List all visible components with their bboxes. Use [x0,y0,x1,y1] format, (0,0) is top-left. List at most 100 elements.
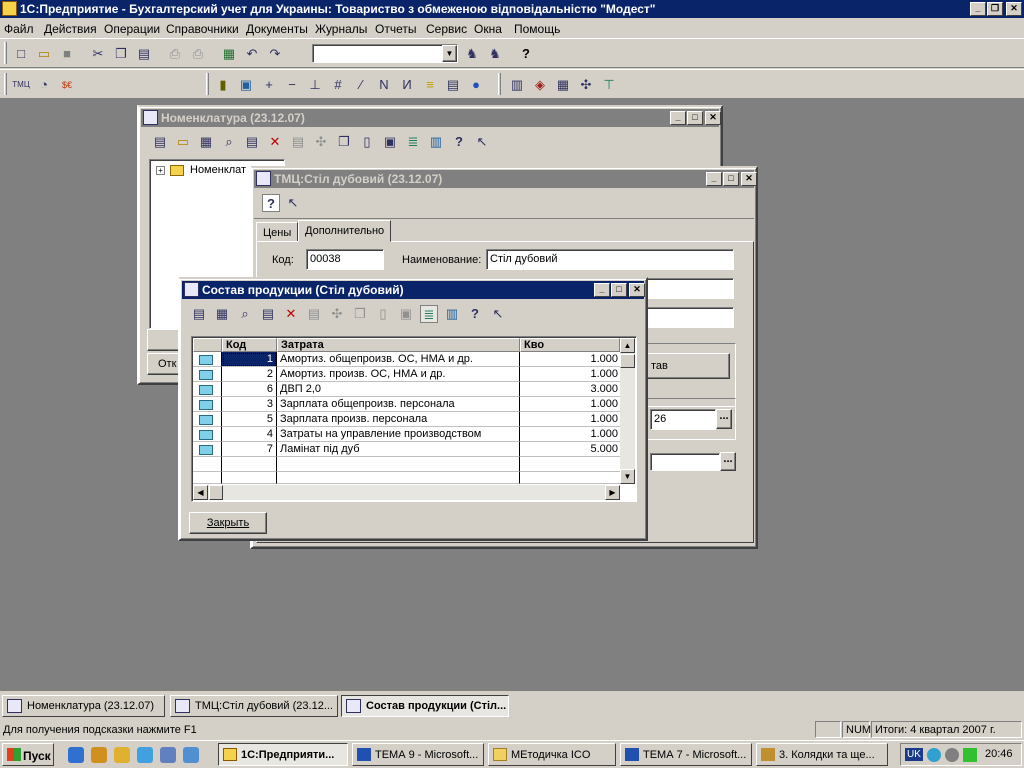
taskbar-button-tema7[interactable]: ТЕМА 7 - Microsoft... [620,743,752,766]
app-icon[interactable] [2,1,17,16]
taskbar-button-1c[interactable]: 1С:Предприяти... [218,743,348,766]
cost-cell[interactable]: Зарплата произв. персонала [277,412,520,427]
search-combo[interactable] [312,44,458,63]
coins-icon[interactable]: ≡ [421,76,439,94]
cost-cell[interactable]: Ламінат під дуб [277,442,520,457]
context-help-icon[interactable]: ↖ [284,194,302,212]
new-icon[interactable]: □ [12,45,30,63]
composition-button[interactable]: тав [642,353,730,379]
cash-register-icon[interactable]: ▤ [444,76,462,94]
edit-icon[interactable]: ▦ [213,305,231,323]
close-window-button[interactable]: Закрыть [189,512,267,534]
toolbar-grip[interactable] [4,42,7,64]
mark-delete-icon[interactable]: ▤ [305,305,323,323]
number-field[interactable]: 26 [650,409,716,430]
select-button[interactable]: ... [716,409,732,429]
code-field[interactable]: 00038 [306,249,384,270]
header-qty[interactable]: Кво [520,338,620,352]
cost-cell[interactable]: Зарплата общепроизв. персонала [277,397,520,412]
minimize-button[interactable]: _ [706,172,722,186]
undo-icon[interactable]: ↶ [243,45,261,63]
code-cell[interactable]: 6 [222,382,277,397]
help-icon[interactable]: ? [262,194,280,212]
field-4[interactable] [650,453,720,471]
toolbar-grip-4[interactable] [498,73,501,95]
horizontal-scrollbar[interactable] [193,485,620,500]
expand-icon[interactable]: + [156,166,165,175]
header-code[interactable]: Код [222,338,277,352]
currency-icon[interactable]: $€ [58,76,76,94]
delete-icon[interactable]: ✕ [266,133,284,151]
tree-icon[interactable]: ≣ [404,133,422,151]
taskbar-button-metodichka[interactable]: МЕтодичка ICO [488,743,616,766]
arrow-reverse-icon[interactable]: И [398,76,416,94]
delete-icon[interactable]: ✕ [282,305,300,323]
move-icon[interactable]: ▣ [381,133,399,151]
select-button-2[interactable]: ... [720,452,736,471]
menu-reports[interactable]: Отчеты [375,22,416,36]
ruler-icon[interactable]: # [329,76,347,94]
balance-icon[interactable]: ⊥ [306,76,324,94]
restore-button[interactable]: ❐ [987,2,1003,16]
folder-icon[interactable]: ▭ [174,133,192,151]
menu-windows[interactable]: Окна [474,22,502,36]
menu-actions[interactable]: Действия [44,22,97,36]
window-tab-nomenclature[interactable]: Номенклатура (23.12.07) [2,695,165,717]
name-field[interactable]: Стіл дубовий [486,249,734,270]
menu-help[interactable]: Помощь [514,22,560,36]
add-row-icon[interactable]: ▤ [243,133,261,151]
journal-icon[interactable]: ◈ [531,76,549,94]
composition-table[interactable]: Код Затрата Кво 1 Амортиз. общепроизв. О… [191,336,637,502]
code-cell[interactable]: 7 [222,442,277,457]
find-icon[interactable]: ⌕ [220,133,238,151]
cut-icon[interactable]: ✂ [89,45,107,63]
plus-icon[interactable]: + [260,76,278,94]
print-preview-icon[interactable]: ⎙ [189,45,207,63]
media-player-icon[interactable] [91,747,107,763]
network-icon[interactable] [927,748,941,762]
close-button[interactable]: ✕ [705,111,721,125]
context-help-icon[interactable]: ↖ [473,133,491,151]
toolbar-grip-3[interactable] [206,73,209,95]
qty-cell[interactable]: 1.000 [520,412,620,427]
cost-cell[interactable]: ДВП 2,0 [277,382,520,397]
ie-icon[interactable] [68,747,84,763]
link-icon[interactable]: ⁄ [352,76,370,94]
context-help-icon[interactable]: ↖ [489,305,507,323]
tmc-icon[interactable]: ТМЦ [12,76,30,94]
menu-references[interactable]: Справочники [166,22,239,36]
copy-row-icon[interactable]: ❐ [335,133,353,151]
tab-additional[interactable]: Дополнительно [298,220,392,242]
explorer-icon[interactable] [137,747,153,763]
code-cell[interactable]: 5 [222,412,277,427]
maximize-button[interactable]: □ [687,111,703,125]
table-row[interactable]: 6 ДВП 2,0 3.000 [193,382,620,397]
filter-icon[interactable]: ⊤ [600,76,618,94]
menu-operations[interactable]: Операции [104,22,160,36]
chevron-down-icon[interactable]: ▼ [442,45,457,62]
calculator-icon[interactable]: ◔ [35,76,53,94]
arrow-n-icon[interactable]: N [375,76,393,94]
maximize-button[interactable]: □ [723,172,739,186]
cost-cell[interactable]: Амортиз. произв. ОС, НМА и др. [277,367,520,382]
move-icon[interactable]: ▣ [397,305,415,323]
taskbar-button-koliadky[interactable]: 3. Колядки та ще... [756,743,888,766]
qty-cell[interactable]: 1.000 [520,352,620,367]
pencil-icon[interactable] [114,747,130,763]
table-row[interactable]: 1 Амортиз. общепроизв. ОС, НМА и др. 1.0… [193,352,620,367]
add-doc-icon[interactable]: ▣ [237,76,255,94]
close-button[interactable]: ✕ [1006,2,1022,16]
menu-documents[interactable]: Документы [246,22,308,36]
scroll-thumb-h[interactable] [209,485,223,500]
taskbar-button-tema9[interactable]: ТЕМА 9 - Microsoft... [352,743,484,766]
globe-icon[interactable]: ● [467,76,485,94]
tools-icon[interactable]: ✣ [577,76,595,94]
chart-icon[interactable]: ▥ [508,76,526,94]
hierarchy-icon[interactable]: ✣ [328,305,346,323]
new-row-icon[interactable]: ▤ [190,305,208,323]
close-button[interactable]: ✕ [741,172,757,186]
scroll-up-icon[interactable]: ▲ [620,338,635,353]
window-tab-composition[interactable]: Состав продукции (Стіл... [341,695,509,717]
scroll-thumb[interactable] [620,354,635,368]
cost-cell[interactable]: Амортиз. общепроизв. ОС, НМА и др. [277,352,520,367]
